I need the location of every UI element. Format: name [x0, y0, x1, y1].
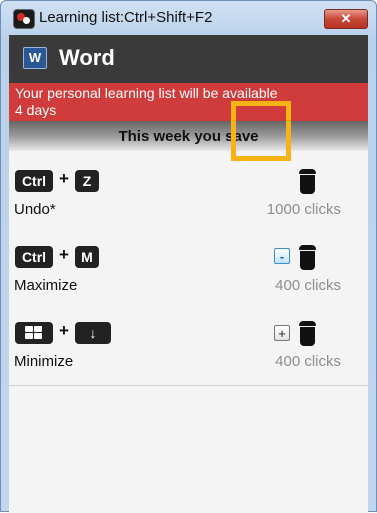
plus-sign: +: [59, 245, 69, 264]
shortcut-label: Maximize: [14, 277, 78, 294]
close-button[interactable]: ✕: [324, 9, 368, 29]
m-key: M: [75, 246, 99, 268]
app-name: Word: [59, 45, 115, 70]
app-header: W Word: [9, 35, 368, 83]
trash-icon[interactable]: [298, 321, 317, 346]
banner-line-2: 4 days: [15, 102, 57, 118]
plus-sign: +: [59, 321, 69, 340]
shortcut-row-minimize: + ↓ + Minimize 400 clicks: [9, 309, 368, 386]
plus-sign: +: [59, 169, 69, 188]
availability-banner: Your personal learning list will be avai…: [9, 83, 368, 121]
trash-icon[interactable]: [298, 169, 317, 194]
banner-line-1: Your personal learning list will be avai…: [15, 85, 278, 101]
clicks-count: 400 clicks: [275, 353, 341, 370]
app-logo-icon: [13, 9, 35, 29]
clicks-count: 400 clicks: [275, 277, 341, 294]
word-icon: W: [23, 47, 47, 69]
ctrl-key: Ctrl: [15, 246, 53, 268]
save-bar: This week you save: [9, 121, 368, 151]
client-area: W Word Your personal learning list will …: [9, 35, 368, 513]
save-bar-text: This week you save: [118, 128, 259, 145]
down-arrow-key: ↓: [75, 322, 111, 344]
z-key: Z: [75, 170, 99, 192]
learning-list-window: Learning list:Ctrl+Shift+F2 ✕ W Word You…: [0, 0, 377, 513]
windows-logo-icon: [15, 322, 53, 344]
shortcut-row-undo: Ctrl + Z Undo* 1000 clicks: [9, 157, 368, 234]
highlight-box: [231, 101, 291, 161]
title-bar[interactable]: Learning list:Ctrl+Shift+F2 ✕: [1, 1, 376, 35]
collapse-button[interactable]: -: [274, 248, 290, 264]
shortcut-row-maximize: Ctrl + M - Maximize 400 clicks: [9, 233, 368, 310]
ctrl-key: Ctrl: [15, 170, 53, 192]
expand-button[interactable]: +: [274, 325, 290, 341]
clicks-count: 1000 clicks: [266, 201, 341, 218]
window-title: Learning list:Ctrl+Shift+F2: [39, 9, 213, 26]
shortcut-label: Undo*: [14, 201, 56, 218]
trash-icon[interactable]: [298, 245, 317, 270]
shortcut-label: Minimize: [14, 353, 74, 370]
